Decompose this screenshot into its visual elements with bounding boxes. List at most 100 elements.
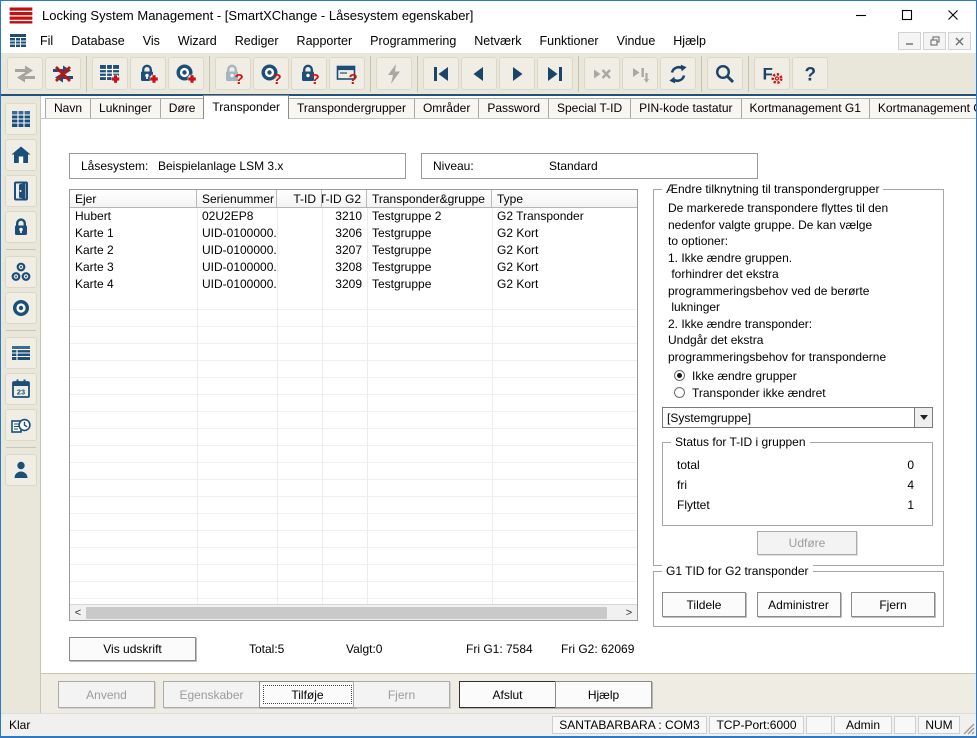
sidebar-separator	[6, 249, 36, 250]
tab-omraader[interactable]: Områder	[414, 98, 479, 118]
toolbar-skip-button[interactable]	[622, 57, 658, 90]
sidebar-transponder-group-button[interactable]	[5, 256, 37, 288]
menu-item-vindue[interactable]: Vindue	[608, 31, 665, 51]
menu-item-hjaelp[interactable]: Hjælp	[664, 31, 715, 51]
radio-button-icon[interactable]	[674, 387, 685, 398]
svg-text:?: ?	[311, 71, 320, 86]
mdi-window-controls	[898, 32, 971, 50]
toolbar-nav-next-button[interactable]	[499, 57, 535, 90]
menu-item-fil[interactable]: Fil	[31, 31, 62, 51]
tab-pin-kode-tastatur[interactable]: PIN-kode tastatur	[630, 98, 741, 118]
mdi-restore-button[interactable]	[923, 32, 946, 50]
sidebar-home-button[interactable]	[5, 139, 37, 171]
toolbar-refresh-button[interactable]	[660, 57, 696, 90]
close-button[interactable]	[930, 1, 976, 29]
group-dropdown-value: [Systemgruppe]	[663, 411, 914, 425]
sidebar-transponder-button[interactable]	[5, 292, 37, 324]
remove-tid-button[interactable]: Fjern	[851, 592, 935, 617]
print-preview-button[interactable]: Vis udskrift	[69, 637, 196, 661]
tab-kortmanagement-g1[interactable]: Kortmanagement G1	[741, 98, 870, 118]
toolbar-help-button[interactable]: ?	[792, 57, 828, 90]
table-row[interactable]: Hubert 02U2EP8 3210 Testgruppe 2 G2 Tran…	[70, 208, 637, 225]
tab-lukninger[interactable]: Lukninger	[90, 98, 161, 118]
sidebar-person-button[interactable]	[5, 454, 37, 486]
tab-password[interactable]: Password	[478, 98, 549, 118]
sidebar-time-budget-button[interactable]	[5, 409, 37, 441]
toolbar-search-button[interactable]	[707, 57, 743, 90]
toolbar-new-lock-button[interactable]	[130, 57, 166, 90]
tab-transpondergrupper[interactable]: Transpondergrupper	[288, 98, 415, 118]
sidebar-door-button[interactable]	[5, 175, 37, 207]
add-button[interactable]: Tilføje	[259, 681, 356, 708]
status-pane-empty	[806, 716, 832, 734]
table-row[interactable]: Karte 4 UID-0100000... 3209 Testgruppe G…	[70, 276, 637, 293]
administer-button[interactable]: Administrer	[757, 592, 841, 617]
column-header-ejer[interactable]: Ejer	[70, 190, 197, 207]
horizontal-scrollbar[interactable]: < >	[70, 604, 637, 620]
menu-item-netvaerk[interactable]: Netværk	[465, 31, 530, 51]
column-header-tid[interactable]: T-ID	[277, 190, 322, 207]
cell-tid	[277, 276, 322, 293]
toolbar-filter-settings-button[interactable]: F	[754, 57, 790, 90]
toolbar-read-lock-pale-button[interactable]: ?	[215, 57, 251, 90]
group-dropdown[interactable]: [Systemgruppe]	[662, 407, 933, 428]
properties-button[interactable]: Egenskaber	[163, 681, 260, 708]
scroll-left-arrow[interactable]: <	[70, 605, 86, 621]
sidebar-matrix-button[interactable]	[5, 103, 37, 135]
mdi-minimize-button[interactable]	[898, 32, 921, 50]
menu-item-vis[interactable]: Vis	[134, 31, 169, 51]
menu-item-database[interactable]: Database	[62, 31, 134, 51]
column-header-tid-g2[interactable]: T-ID G2	[322, 190, 367, 207]
remove-button[interactable]: Fjern	[353, 681, 450, 708]
toolbar-flash-button[interactable]	[376, 57, 412, 90]
toolbar-nav-first-button[interactable]	[423, 57, 459, 90]
tab-doere[interactable]: Døre	[160, 98, 205, 118]
apply-button[interactable]: Anvend	[58, 681, 155, 708]
toolbar-nav-prev-button[interactable]	[461, 57, 497, 90]
column-header-type[interactable]: Type	[492, 190, 637, 207]
radio-option-keep-transponder[interactable]: Transponder ikke ændret	[674, 384, 826, 401]
status-pane-num-lock: NUM	[918, 716, 960, 734]
help-button[interactable]: Hjælp	[555, 681, 652, 708]
scrollbar-thumb[interactable]	[86, 607, 607, 619]
maximize-button[interactable]	[884, 1, 930, 29]
execute-button[interactable]: Udføre	[757, 531, 857, 555]
table-row[interactable]: Karte 3 UID-0100000... 3208 Testgruppe G…	[70, 259, 637, 276]
menu-item-rediger[interactable]: Rediger	[226, 31, 288, 51]
resize-grip[interactable]	[962, 722, 975, 735]
table-row[interactable]: Karte 2 UID-0100000... 3207 Testgruppe G…	[70, 242, 637, 259]
toolbar-read-transponder-button[interactable]: ?	[253, 57, 289, 90]
tab-navn[interactable]: Navn	[45, 98, 91, 118]
radio-option-keep-groups[interactable]: Ikke ændre grupper	[674, 367, 826, 384]
menu-item-rapporter[interactable]: Rapporter	[288, 31, 362, 51]
scroll-right-arrow[interactable]: >	[621, 605, 637, 621]
dropdown-button[interactable]	[914, 408, 932, 427]
assign-button[interactable]: Tildele	[662, 592, 746, 617]
table-row[interactable]: Karte 1 UID-0100000... 3206 Testgruppe G…	[70, 225, 637, 242]
toolbar-sync-button[interactable]	[7, 57, 43, 90]
column-header-serienummer[interactable]: Serienummer	[197, 190, 277, 207]
toolbar-read-window-button[interactable]: ?	[329, 57, 365, 90]
minimize-button[interactable]	[838, 1, 884, 29]
menu-item-wizard[interactable]: Wizard	[169, 31, 226, 51]
toolbar-read-lock-button[interactable]: ?	[291, 57, 327, 90]
toolbar-disconnect-button[interactable]	[45, 57, 81, 90]
column-header-transpondergruppe[interactable]: Transponder&gruppe	[367, 190, 492, 207]
toolbar-new-transponder-button[interactable]	[168, 57, 204, 90]
toolbar-cancel-button[interactable]	[584, 57, 620, 90]
radio-button-icon[interactable]	[674, 370, 685, 381]
tab-transponder[interactable]: Transponder	[203, 95, 289, 119]
sidebar-lock-button[interactable]	[5, 211, 37, 243]
sidebar-calendar-button[interactable]: 23	[5, 373, 37, 405]
tab-kortmanagement-g2[interactable]: Kortmanagement G2	[869, 98, 977, 118]
sidebar-list-button[interactable]	[5, 337, 37, 369]
mdi-close-button[interactable]	[948, 32, 971, 50]
tab-special-tid[interactable]: Special T-ID	[548, 98, 631, 118]
menu-item-programmering[interactable]: Programmering	[361, 31, 465, 51]
toolbar-new-locking-system-button[interactable]	[92, 57, 128, 90]
menu-item-funktioner[interactable]: Funktioner	[531, 31, 608, 51]
cancel-icon	[590, 62, 614, 86]
toolbar-nav-last-button[interactable]	[537, 57, 573, 90]
mdi-minimize-icon	[905, 37, 914, 46]
exit-button[interactable]: Afslut	[459, 681, 556, 708]
